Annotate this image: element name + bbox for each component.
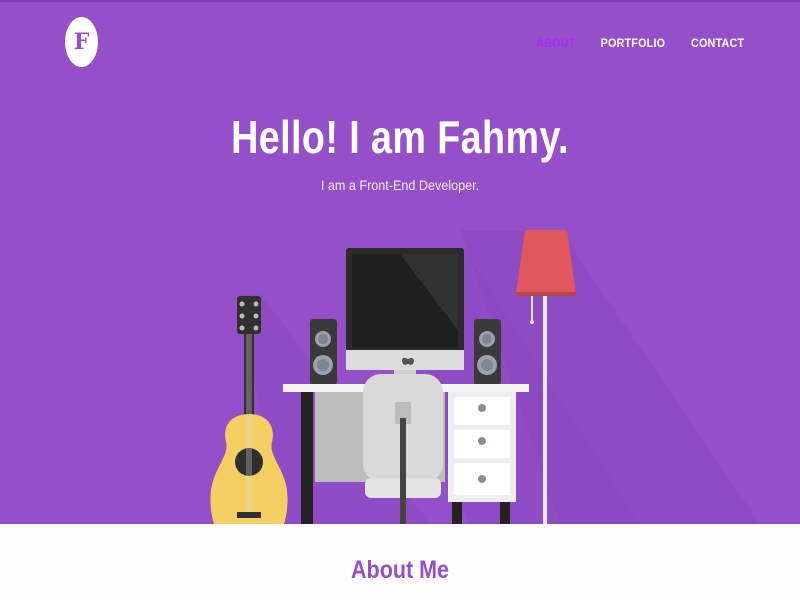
right-speaker — [474, 319, 501, 385]
chair-post — [400, 418, 406, 524]
desk-left-leg — [301, 392, 313, 524]
lamp-shade — [516, 230, 576, 294]
page: F ABOUT PORTFOLIO CONTACT Hello! I am Fa… — [0, 0, 800, 600]
drawer-leg — [500, 500, 510, 524]
hero-section: F ABOUT PORTFOLIO CONTACT Hello! I am Fa… — [0, 0, 800, 524]
lamp-shade-rim — [516, 292, 576, 296]
drawer-knob-2 — [478, 437, 486, 445]
hero-subtitle: I am a Front-End Developer. — [320, 177, 480, 193]
drawer-knob-3 — [478, 475, 486, 483]
workspace-illustration — [210, 230, 760, 524]
guitar-bridge — [237, 512, 261, 518]
drawer-knob-1 — [478, 404, 486, 412]
left-speaker — [310, 319, 337, 385]
hero-title: Hello! I am Fahmy. — [231, 111, 569, 163]
lamp-cord-knob — [530, 320, 534, 324]
logo-letter: F — [73, 29, 90, 55]
nav-portfolio[interactable]: PORTFOLIO — [601, 36, 666, 50]
desktop-computer — [346, 248, 464, 385]
nav-about[interactable]: ABOUT — [537, 36, 576, 50]
lamp-pole — [543, 296, 547, 524]
drawer-leg-left — [452, 500, 462, 524]
site-logo[interactable]: F — [65, 17, 98, 67]
about-title: About Me — [351, 556, 449, 584]
main-nav: ABOUT PORTFOLIO CONTACT — [534, 36, 747, 50]
nav-contact[interactable]: CONTACT — [691, 36, 744, 50]
